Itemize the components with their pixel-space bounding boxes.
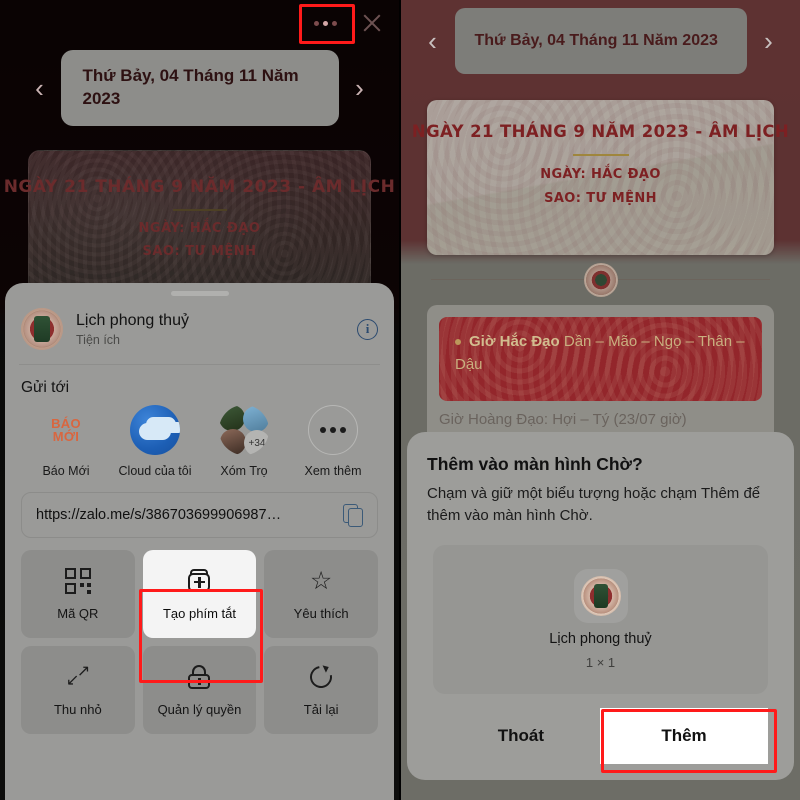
chevron-left-icon[interactable]: ‹ [29, 75, 51, 101]
more-dots-icon [308, 405, 358, 455]
baomoi-line-2: MỚI [52, 429, 80, 444]
reload-icon [305, 661, 337, 692]
confirm-button[interactable]: Thêm [600, 708, 768, 764]
cancel-button[interactable]: Thoát [472, 712, 570, 760]
avatar [220, 429, 246, 455]
qr-code-icon [64, 567, 91, 594]
share-target-label: Báo Mới [42, 464, 90, 478]
action-label: Yêu thích [293, 605, 349, 621]
left-lunar-line-1: NGÀY: HẮC ĐẠO [138, 221, 261, 236]
share-target-baomoi[interactable]: BÁO MỚI Báo Mới [23, 405, 109, 478]
action-thu-nho[interactable]: ↗ ↙ Thu nhỏ [21, 646, 135, 734]
avatar-overflow-badge: +34 [244, 430, 269, 455]
action-label: Mã QR [57, 605, 99, 621]
share-target-label: Cloud của tôi [118, 464, 192, 478]
widget-name: Lịch phong thuỷ [549, 630, 652, 647]
share-url-row[interactable]: https://zalo.me/s/386703699906987… [21, 492, 378, 538]
share-url-text: https://zalo.me/s/386703699906987… [36, 507, 282, 523]
left-date-text[interactable]: Thứ Bảy, 04 Tháng 11 Năm 2023 [60, 50, 339, 126]
dialog-title: Thêm vào màn hình Chờ? [427, 454, 643, 474]
action-yeu-thich[interactable]: ☆ Yêu thích [264, 550, 378, 638]
action-quan-ly-quyen[interactable]: Quản lý quyền [142, 646, 257, 734]
cloud-icon [130, 405, 180, 455]
more-horizontal-icon[interactable] [303, 8, 347, 38]
app-name: Lịch phong thuỷ [76, 311, 189, 329]
chevron-right-icon[interactable]: › [349, 75, 371, 101]
dialog-buttons: Thoát Thêm [427, 694, 774, 780]
lock-icon [186, 664, 212, 690]
avatar [243, 406, 269, 432]
share-target-more[interactable]: Xem thêm [290, 405, 376, 478]
avatar [219, 405, 245, 431]
copy-icon[interactable] [343, 504, 363, 527]
share-actions-grid: Mã QR Tạo phím tắt ☆ Yêu thích ↗ ↙ Thu n… [19, 550, 380, 734]
action-ma-qr[interactable]: Mã QR [21, 550, 135, 638]
left-lunar-title: NGÀY 21 THÁNG 9 NĂM 2023 - ÂM LỊCH [3, 177, 396, 197]
action-label: Tạo phím tắt [162, 605, 236, 621]
dialog-body: Chạm và giữ một biểu tượng hoặc chạm Thê… [427, 485, 761, 524]
share-target-label: Xóm Trọ [220, 464, 268, 478]
right-panel: ‹ Thứ Bảy, 04 Tháng 11 Năm 2023 › NGÀY 2… [401, 0, 800, 800]
close-icon[interactable] [355, 6, 389, 40]
app-category: Tiện ích [76, 333, 121, 348]
widget-preview[interactable]: Lịch phong thuỷ 1 × 1 [433, 544, 768, 694]
star-icon: ☆ [309, 566, 333, 595]
share-sheet-header: Lịch phong thuỷ Tiện ích i [19, 296, 380, 365]
share-target-group[interactable]: +34 Xóm Trọ [201, 405, 287, 478]
group-avatars-icon: +34 [219, 405, 269, 455]
action-tao-phim-tat[interactable]: Tạo phím tắt [142, 550, 257, 638]
share-target-label: Xem thêm [304, 464, 362, 478]
left-lunar-line-2: SAO: TƯ MỆNH [142, 244, 257, 259]
left-panel: ‹ Thứ Bảy, 04 Tháng 11 Năm 2023 › NGÀY 2… [0, 0, 399, 800]
send-to-label: Gửi tới [21, 379, 70, 396]
action-tai-lai[interactable]: Tải lại [264, 646, 378, 734]
share-target-cloud[interactable]: Cloud của tôi [112, 405, 198, 478]
baomoi-icon: BÁO MỚI [41, 405, 91, 455]
screenshot-root: ‹ Thứ Bảy, 04 Tháng 11 Năm 2023 › NGÀY 2… [0, 0, 800, 800]
left-date-header: ‹ Thứ Bảy, 04 Tháng 11 Năm 2023 › [0, 50, 399, 126]
left-topbar [0, 0, 399, 46]
action-label: Tải lại [303, 701, 339, 717]
action-label: Thu nhỏ [53, 701, 102, 717]
action-label: Quản lý quyền [157, 701, 242, 717]
widget-size: 1 × 1 [585, 654, 616, 670]
add-to-home-dialog: Thêm vào màn hình Chờ? Chạm và giữ một b… [407, 432, 794, 780]
minimize-icon: ↗ ↙ [65, 662, 91, 689]
left-lunar-divider [172, 209, 227, 211]
app-medallion-icon [573, 568, 628, 623]
app-medallion-icon [21, 308, 63, 350]
add-shortcut-icon [186, 568, 212, 594]
info-icon[interactable]: i [357, 318, 378, 340]
share-targets-row: BÁO MỚI Báo Mới Cloud của tôi +34 Xóm Tr… [19, 403, 380, 490]
share-sheet: Lịch phong thuỷ Tiện ích i Gửi tới BÁO M… [5, 283, 394, 800]
app-meta: Lịch phong thuỷ Tiện ích [76, 311, 344, 347]
